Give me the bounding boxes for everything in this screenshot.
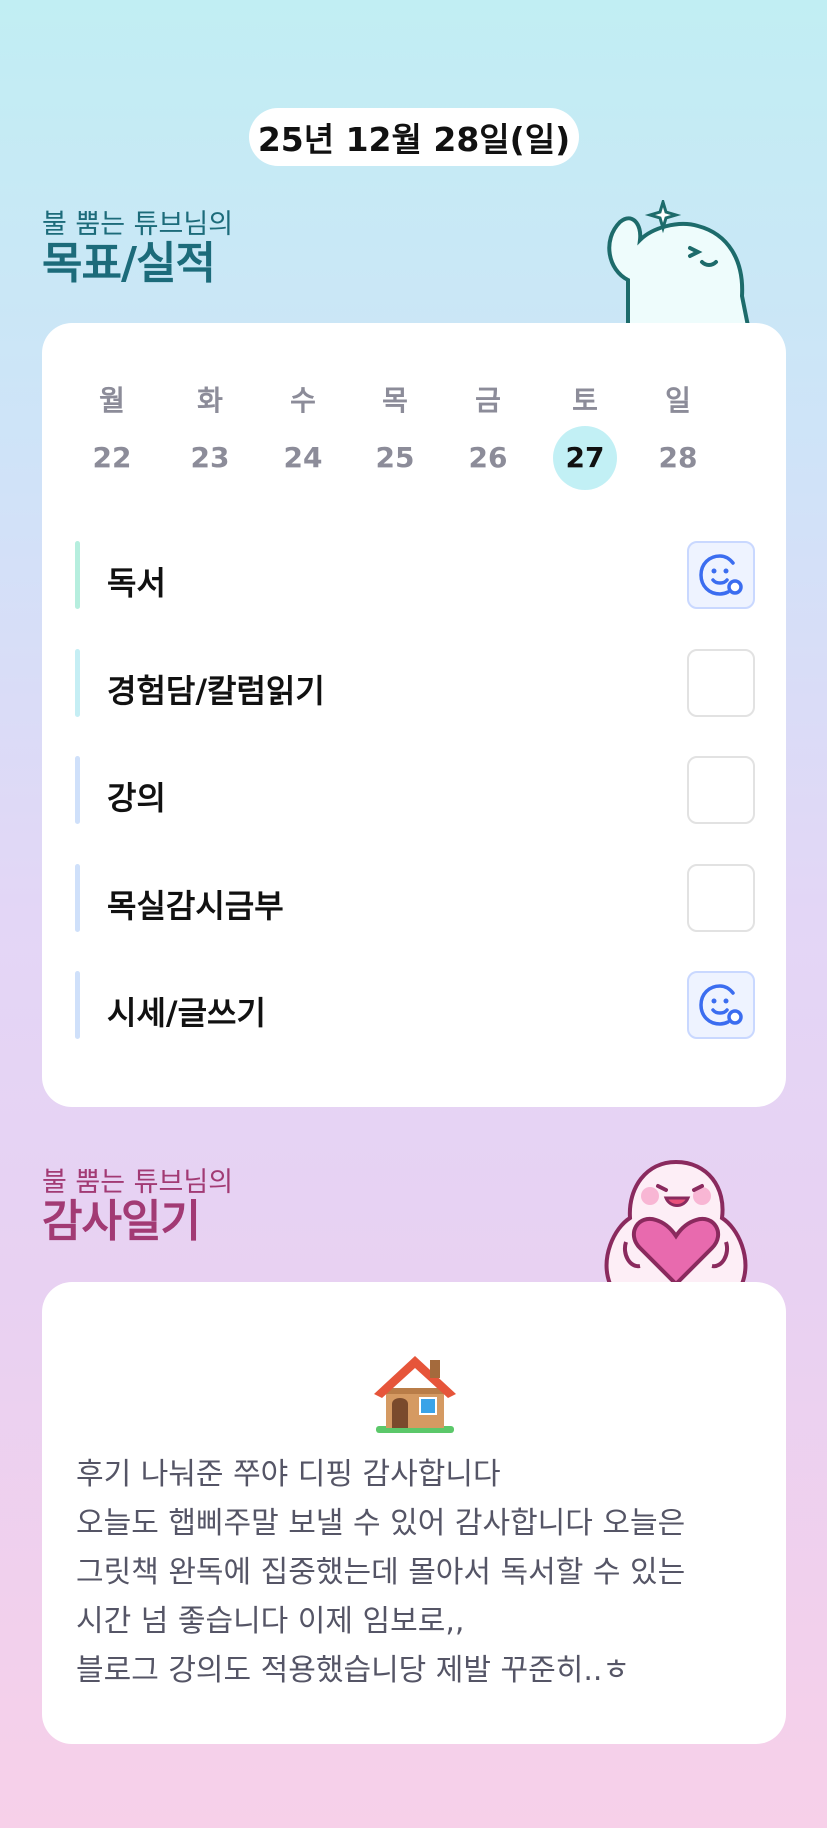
task-checkbox[interactable] — [687, 864, 755, 932]
diary-line: 시간 넘 좋습니다 이제 임보로,, — [76, 1604, 465, 1639]
day-number[interactable]: 25 — [363, 426, 427, 490]
diary-line: 그릿책 완독에 집중했는데 몰아서 독서할 수 있는 — [76, 1555, 686, 1590]
task-name: 시세/글쓰기 — [107, 994, 266, 1032]
house-icon — [374, 1356, 456, 1433]
gratitude-subtitle: 불 뿜는 튜브님의 — [42, 1167, 234, 1198]
day-number[interactable]: 26 — [456, 426, 520, 490]
diary-line: 오늘도 햅삐주말 보낼 수 있어 감사합니다 오늘은 — [76, 1506, 686, 1541]
task-row: 강의 — [75, 756, 755, 824]
smile-check-icon — [699, 984, 743, 1026]
task-name: 강의 — [107, 779, 166, 817]
task-checkbox[interactable] — [687, 971, 755, 1039]
task-color-bar — [75, 756, 80, 824]
mascot-ghost-icon — [607, 200, 751, 326]
goals-title: 목표/실적 — [42, 238, 216, 289]
weekday-label: 일 — [665, 384, 691, 417]
task-row: 경험담/칼럼읽기 — [75, 649, 755, 717]
task-checkbox[interactable] — [687, 541, 755, 609]
gratitude-heading: 불 뿜는 튜브님의 감사일기 — [42, 1168, 233, 1246]
task-name: 독서 — [107, 564, 166, 602]
task-checkbox[interactable] — [687, 649, 755, 717]
day-number[interactable]: 24 — [271, 426, 335, 490]
goals-heading: 불 뿜는 튜브님의 목표/실적 — [42, 210, 233, 288]
weekday-label: 월 — [99, 384, 125, 417]
gratitude-title: 감사일기 — [42, 1196, 201, 1247]
goals-card: 월 22 화 23 수 24 목 25 금 26 토 27 일 28 독서경험담/칼럼읽기강의목실감시금부… — [42, 323, 786, 1107]
goals-subtitle: 불 뿜는 튜브님의 — [42, 209, 234, 240]
date-label: 25년 12월 28일(일) — [257, 120, 571, 159]
diary-line: 후기 나눠준 쭈야 디핑 감사합니다 — [76, 1457, 501, 1492]
weekday-label: 금 — [475, 384, 501, 417]
task-checkbox[interactable] — [687, 756, 755, 824]
smile-check-icon — [699, 554, 743, 596]
weekday-label: 화 — [197, 384, 223, 417]
task-name: 경험담/칼럼읽기 — [107, 672, 325, 710]
diary-line: 블로그 강의도 적용했습니당 제발 꾸준히..ㅎ — [76, 1653, 631, 1688]
weekday-label: 토 — [572, 384, 598, 417]
diary-text: 후기 나눠준 쭈야 디핑 감사합니다오늘도 햅삐주말 보낼 수 있어 감사합니다… — [76, 1450, 766, 1695]
day-number[interactable]: 23 — [178, 426, 242, 490]
task-row: 독서 — [75, 541, 755, 609]
day-number[interactable]: 22 — [80, 426, 144, 490]
task-color-bar — [75, 649, 80, 717]
task-name: 목실감시금부 — [107, 887, 284, 925]
day-number[interactable]: 28 — [646, 426, 710, 490]
task-color-bar — [75, 971, 80, 1039]
task-color-bar — [75, 864, 80, 932]
mascot-heart-icon — [604, 1159, 748, 1284]
task-row: 목실감시금부 — [75, 864, 755, 932]
weekday-label: 목 — [382, 384, 408, 417]
day-number[interactable]: 27 — [553, 426, 617, 490]
task-row: 시세/글쓰기 — [75, 971, 755, 1039]
task-color-bar — [75, 541, 80, 609]
weekday-label: 수 — [290, 384, 316, 417]
gratitude-card: 후기 나눠준 쭈야 디핑 감사합니다오늘도 햅삐주말 보낼 수 있어 감사합니다… — [42, 1282, 786, 1744]
date-pill[interactable]: 25년 12월 28일(일) — [249, 108, 579, 166]
